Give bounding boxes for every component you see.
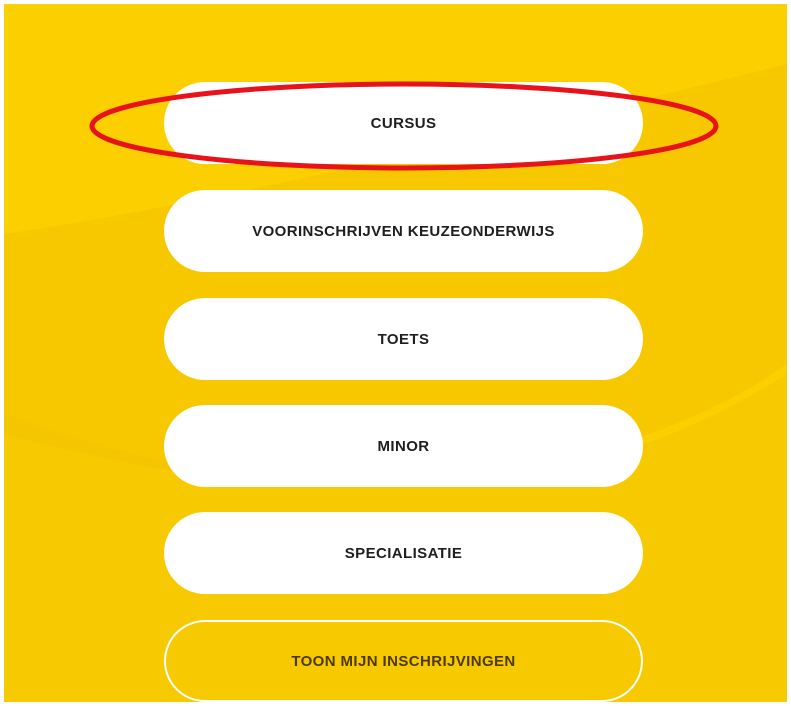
specialisatie-button[interactable]: SPECIALISATIE	[164, 512, 643, 594]
minor-button[interactable]: MINOR	[164, 405, 643, 487]
toon-mijn-inschrijvingen-button[interactable]: TOON MIJN INSCHRIJVINGEN	[164, 620, 643, 702]
toets-button[interactable]: TOETS	[164, 298, 643, 380]
cursus-button[interactable]: CURSUS	[164, 82, 643, 164]
enrollment-panel: CURSUS VOORINSCHRIJVEN KEUZEONDERWIJS TO…	[4, 4, 787, 702]
voorinschrijven-keuzeonderwijs-button[interactable]: VOORINSCHRIJVEN KEUZEONDERWIJS	[164, 190, 643, 272]
